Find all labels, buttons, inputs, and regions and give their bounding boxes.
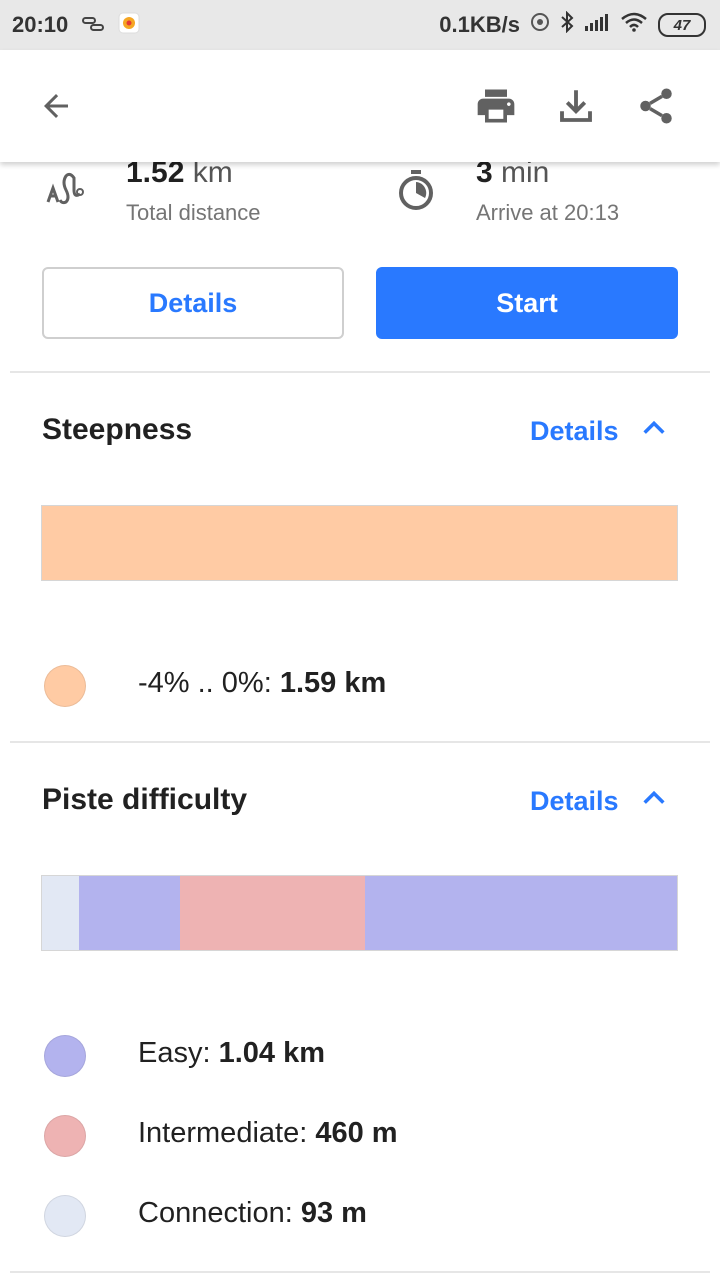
print-icon [477,89,515,123]
bar-segment [78,876,181,950]
arrival-time-label: Arrive at 20:13 [476,200,620,225]
status-time: 20:10 [12,12,69,37]
legend-label: Easy: [138,1037,219,1069]
legend-color-dot [44,1195,86,1237]
bluetooth-icon [560,10,574,39]
legend-label: -4% .. 0%: [138,667,280,699]
arrow-back-icon [44,94,68,118]
legend-item: Easy: 1.04 km [138,1037,325,1070]
hotspot-icon [530,12,550,38]
legend-value: 1.04 km [218,1037,326,1069]
legend-value: 460 m [315,1117,398,1149]
divider [10,371,710,373]
legend-color-dot [44,665,86,707]
legend-color-dot [44,1115,86,1157]
bar-segment [180,876,365,950]
route-distance-icon [44,168,84,213]
piste-difficulty-title: Piste difficulty [42,783,248,816]
net-speed: 0.1KB/s [439,12,520,37]
legend-value: 1.59 km [279,667,387,699]
app-bar [0,50,720,162]
divider [10,741,710,743]
legend-label: Intermediate: [138,1117,316,1149]
steepness-collapse-button[interactable] [640,414,668,447]
legend-color-dot [44,1035,86,1077]
steepness-details-link[interactable]: Details [530,416,619,447]
legend-item: Intermediate: 460 m [138,1117,398,1150]
start-button[interactable]: Start [376,267,678,339]
wifi-icon [620,12,648,38]
download-icon [560,90,592,122]
piste-collapse-button[interactable] [640,784,668,817]
link-icon [82,13,104,39]
battery-icon: 47 [658,13,706,37]
details-button[interactable]: Details [42,267,344,339]
steepness-title: Steepness [42,413,193,446]
bar-segment [42,506,677,580]
timer-icon [396,168,436,217]
signal-icon [584,12,610,38]
chevron-up-icon [643,420,665,434]
chevron-up-icon [643,790,665,804]
legend-item: Connection: 93 m [138,1197,367,1230]
legend-value: 93 m [300,1197,367,1229]
piste-difficulty-bar [41,875,678,951]
legend-item: -4% .. 0%: 1.59 km [138,667,386,700]
bar-segment [364,876,677,950]
steepness-bar [41,505,678,581]
piste-details-link[interactable]: Details [530,786,619,817]
total-distance-label: Total distance [126,200,261,225]
status-bar: 20:10 0.1KB/s 47 [0,0,720,50]
print-button[interactable] [472,82,520,130]
back-button[interactable] [30,84,82,128]
app-notification-icon [118,12,140,40]
share-button[interactable] [632,82,680,130]
legend-label: Connection: [138,1197,301,1229]
share-icon [640,88,672,124]
divider [10,1271,710,1273]
download-button[interactable] [552,82,600,130]
bar-segment [42,876,79,950]
route-summary: 1.52 km Total distance 3 min Arrive at 2… [0,156,720,242]
